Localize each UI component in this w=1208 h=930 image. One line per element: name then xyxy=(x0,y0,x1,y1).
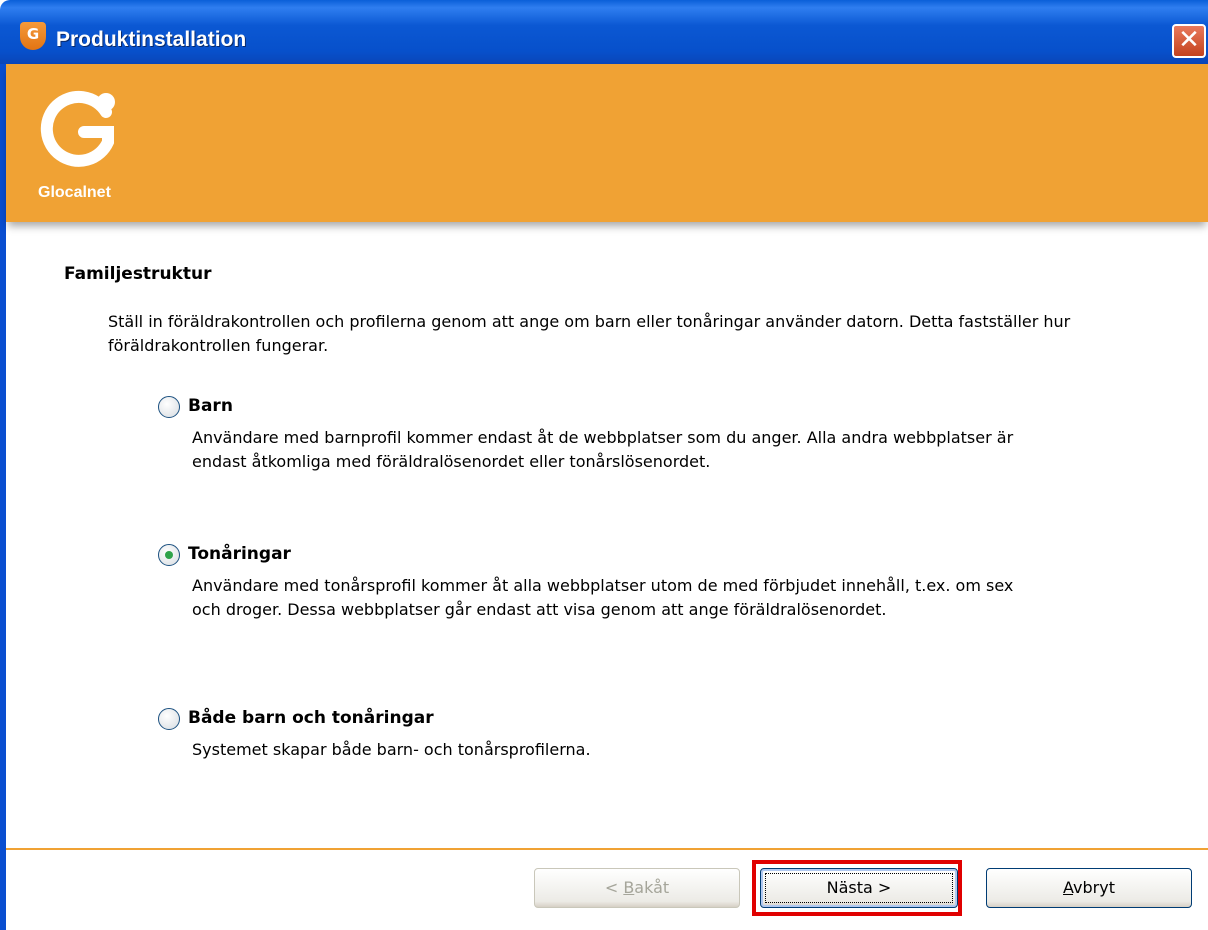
option-label[interactable]: Tonåringar xyxy=(188,544,291,564)
footer-separator xyxy=(6,848,1208,850)
header-banner: Glocalnet xyxy=(6,64,1208,222)
back-accel: B xyxy=(623,878,635,897)
close-button[interactable]: ✕ xyxy=(1172,24,1206,58)
option-label[interactable]: Både barn och tonåringar xyxy=(188,708,434,728)
back-rest: akåt xyxy=(634,878,670,897)
cancel-button[interactable]: Avbryt xyxy=(986,868,1192,908)
cancel-accel: A xyxy=(1063,878,1074,897)
option-description: Användare med barnprofil kommer endast å… xyxy=(192,428,1014,471)
back-button[interactable]: < Bakåt xyxy=(534,868,740,908)
back-prefix: < xyxy=(604,878,624,897)
radio-tonaringar[interactable] xyxy=(158,544,180,566)
page-heading: Familjestruktur xyxy=(64,264,212,284)
logo-text: Glocalnet xyxy=(38,184,111,201)
next-button[interactable]: Nästa > xyxy=(760,868,958,908)
title-bar[interactable]: G Produktinstallation ✕ xyxy=(0,0,1208,64)
shield-g-icon: G xyxy=(20,22,46,50)
option-label[interactable]: Barn xyxy=(188,396,233,416)
installer-window: G Produktinstallation ✕ Glocalnet Familj… xyxy=(0,0,1208,930)
close-icon: ✕ xyxy=(1178,25,1200,55)
radio-barn[interactable] xyxy=(158,396,180,418)
option-description: Systemet skapar både barn- och tonårspro… xyxy=(192,740,591,759)
cancel-rest: vbryt xyxy=(1073,878,1115,897)
intro-text: Ställ in föräldrakontrollen och profiler… xyxy=(108,312,1071,355)
option-description: Användare med tonårsprofil kommer åt all… xyxy=(192,576,1014,619)
radio-bade[interactable] xyxy=(158,708,180,730)
window-title: Produktinstallation xyxy=(56,28,247,51)
glocalnet-logo-icon xyxy=(40,90,115,167)
radio-selected-dot xyxy=(165,551,173,559)
